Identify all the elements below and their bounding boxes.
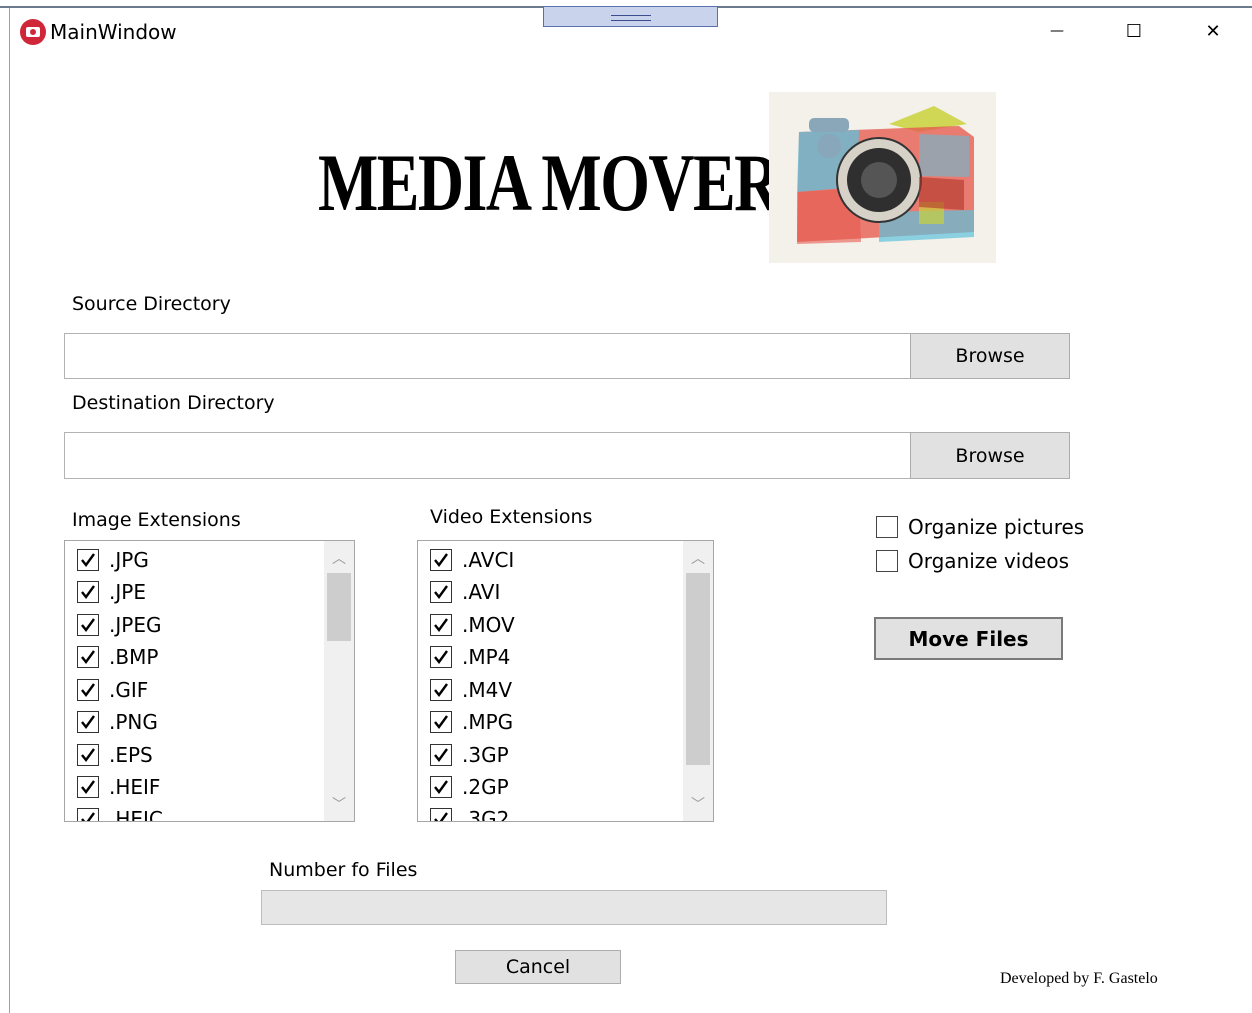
checkbox-checked-icon[interactable] xyxy=(430,776,452,798)
list-item[interactable]: .MOV xyxy=(430,610,515,640)
extension-label: .3GP xyxy=(462,743,509,767)
extension-label: .AVI xyxy=(462,580,501,604)
extension-label: .JPEG xyxy=(109,613,162,637)
image-extensions-label: Image Extensions xyxy=(72,509,241,531)
list-item[interactable]: .3GP xyxy=(430,740,509,770)
camera-drawing-image xyxy=(769,92,996,263)
drag-handle[interactable] xyxy=(543,6,718,27)
scroll-down-icon[interactable]: ﹀ xyxy=(683,789,713,819)
checkbox-checked-icon[interactable] xyxy=(77,581,99,603)
developer-credit: Developed by F. Gastelo xyxy=(1000,970,1158,987)
list-item[interactable]: .HEIC xyxy=(77,804,163,822)
checkbox-checked-icon[interactable] xyxy=(430,679,452,701)
checkbox-checked-icon[interactable] xyxy=(77,646,99,668)
source-directory-input[interactable] xyxy=(64,333,912,379)
app-camera-icon xyxy=(20,19,46,45)
extension-label: .MOV xyxy=(462,613,515,637)
app-brand-title: MEDIA MOVER xyxy=(318,137,780,228)
destination-directory-label: Destination Directory xyxy=(72,392,275,414)
minimize-icon: — xyxy=(1050,23,1064,39)
checkbox-checked-icon[interactable] xyxy=(430,581,452,603)
list-item[interactable]: .JPE xyxy=(77,577,146,607)
checkbox-checked-icon[interactable] xyxy=(77,711,99,733)
list-item[interactable]: .M4V xyxy=(430,675,512,705)
organize-videos-checkbox[interactable] xyxy=(876,550,898,572)
files-progress-bar xyxy=(261,890,887,925)
move-files-button[interactable]: Move Files xyxy=(874,617,1063,660)
extension-label: .JPE xyxy=(109,580,146,604)
list-item[interactable]: .AVCI xyxy=(430,545,514,575)
list-item[interactable]: .HEIF xyxy=(77,772,160,802)
scroll-down-icon[interactable]: ﹀ xyxy=(324,789,354,819)
organize-pictures-checkbox[interactable] xyxy=(876,516,898,538)
checkbox-checked-icon[interactable] xyxy=(430,744,452,766)
list-item[interactable]: .MP4 xyxy=(430,642,510,672)
scroll-up-icon[interactable]: ︿ xyxy=(324,543,354,573)
scroll-thumb[interactable] xyxy=(686,573,710,765)
organize-pictures-option[interactable]: Organize pictures xyxy=(876,515,1084,539)
video-extensions-label: Video Extensions xyxy=(430,506,593,528)
list-item[interactable]: .JPG xyxy=(77,545,149,575)
extension-label: .PNG xyxy=(109,710,158,734)
checkbox-checked-icon[interactable] xyxy=(430,549,452,571)
checkbox-checked-icon[interactable] xyxy=(77,679,99,701)
window-title: MainWindow xyxy=(50,20,177,44)
maximize-button[interactable]: ☐ xyxy=(1110,14,1158,48)
checkbox-checked-icon[interactable] xyxy=(77,614,99,636)
checkbox-checked-icon[interactable] xyxy=(77,744,99,766)
extension-label: .3G2 xyxy=(462,807,510,822)
list-item[interactable]: .GIF xyxy=(77,675,148,705)
close-icon: ✕ xyxy=(1205,20,1221,42)
checkbox-checked-icon[interactable] xyxy=(430,646,452,668)
image-extensions-list[interactable]: .JPG .JPE .JPEG .BMP .GIF .PNG .EPS .HEI… xyxy=(64,540,355,822)
list-item[interactable]: .2GP xyxy=(430,772,509,802)
organize-pictures-label: Organize pictures xyxy=(908,515,1085,539)
minimize-button[interactable]: — xyxy=(1033,14,1081,48)
checkbox-checked-icon[interactable] xyxy=(430,614,452,636)
source-directory-label: Source Directory xyxy=(72,293,231,315)
cancel-button[interactable]: Cancel xyxy=(455,950,621,984)
checkbox-checked-icon[interactable] xyxy=(430,711,452,733)
window-left-border xyxy=(9,8,10,1013)
destination-directory-input[interactable] xyxy=(64,432,912,479)
extension-label: .HEIC xyxy=(109,807,163,822)
extension-label: .HEIF xyxy=(109,775,161,799)
extension-label: .AVCI xyxy=(462,548,515,572)
extension-label: .JPG xyxy=(109,548,149,572)
video-list-scrollbar[interactable]: ︿ ﹀ xyxy=(683,541,713,821)
list-item[interactable]: .JPEG xyxy=(77,610,161,640)
list-item[interactable]: .BMP xyxy=(77,642,158,672)
checkbox-checked-icon[interactable] xyxy=(77,808,99,821)
checkbox-checked-icon[interactable] xyxy=(77,776,99,798)
image-list-scrollbar[interactable]: ︿ ﹀ xyxy=(324,541,354,821)
organize-videos-label: Organize videos xyxy=(908,549,1070,573)
maximize-icon: ☐ xyxy=(1125,20,1143,42)
list-item[interactable]: .3G2 xyxy=(430,804,510,822)
extension-label: .M4V xyxy=(462,678,513,702)
destination-browse-button[interactable]: Browse xyxy=(910,432,1070,479)
extension-label: .GIF xyxy=(109,678,149,702)
number-of-files-label: Number fo Files xyxy=(269,859,418,881)
checkbox-checked-icon[interactable] xyxy=(77,549,99,571)
grip-icon xyxy=(611,15,651,21)
extension-label: .MP4 xyxy=(462,645,511,669)
list-item[interactable]: .PNG xyxy=(77,707,158,737)
video-extensions-list[interactable]: .AVCI .AVI .MOV .MP4 .M4V .MPG .3GP .2GP… xyxy=(417,540,714,822)
extension-label: .2GP xyxy=(462,775,509,799)
extension-label: .BMP xyxy=(109,645,159,669)
scroll-up-icon[interactable]: ︿ xyxy=(683,543,713,573)
extension-label: .EPS xyxy=(109,743,153,767)
source-browse-button[interactable]: Browse xyxy=(910,333,1070,379)
list-item[interactable]: .MPG xyxy=(430,707,513,737)
scroll-thumb[interactable] xyxy=(327,573,351,641)
extension-label: .MPG xyxy=(462,710,514,734)
list-item[interactable]: .AVI xyxy=(430,577,500,607)
checkbox-checked-icon[interactable] xyxy=(430,808,452,821)
close-button[interactable]: ✕ xyxy=(1189,14,1237,48)
organize-videos-option[interactable]: Organize videos xyxy=(876,549,1069,573)
list-item[interactable]: .EPS xyxy=(77,740,153,770)
